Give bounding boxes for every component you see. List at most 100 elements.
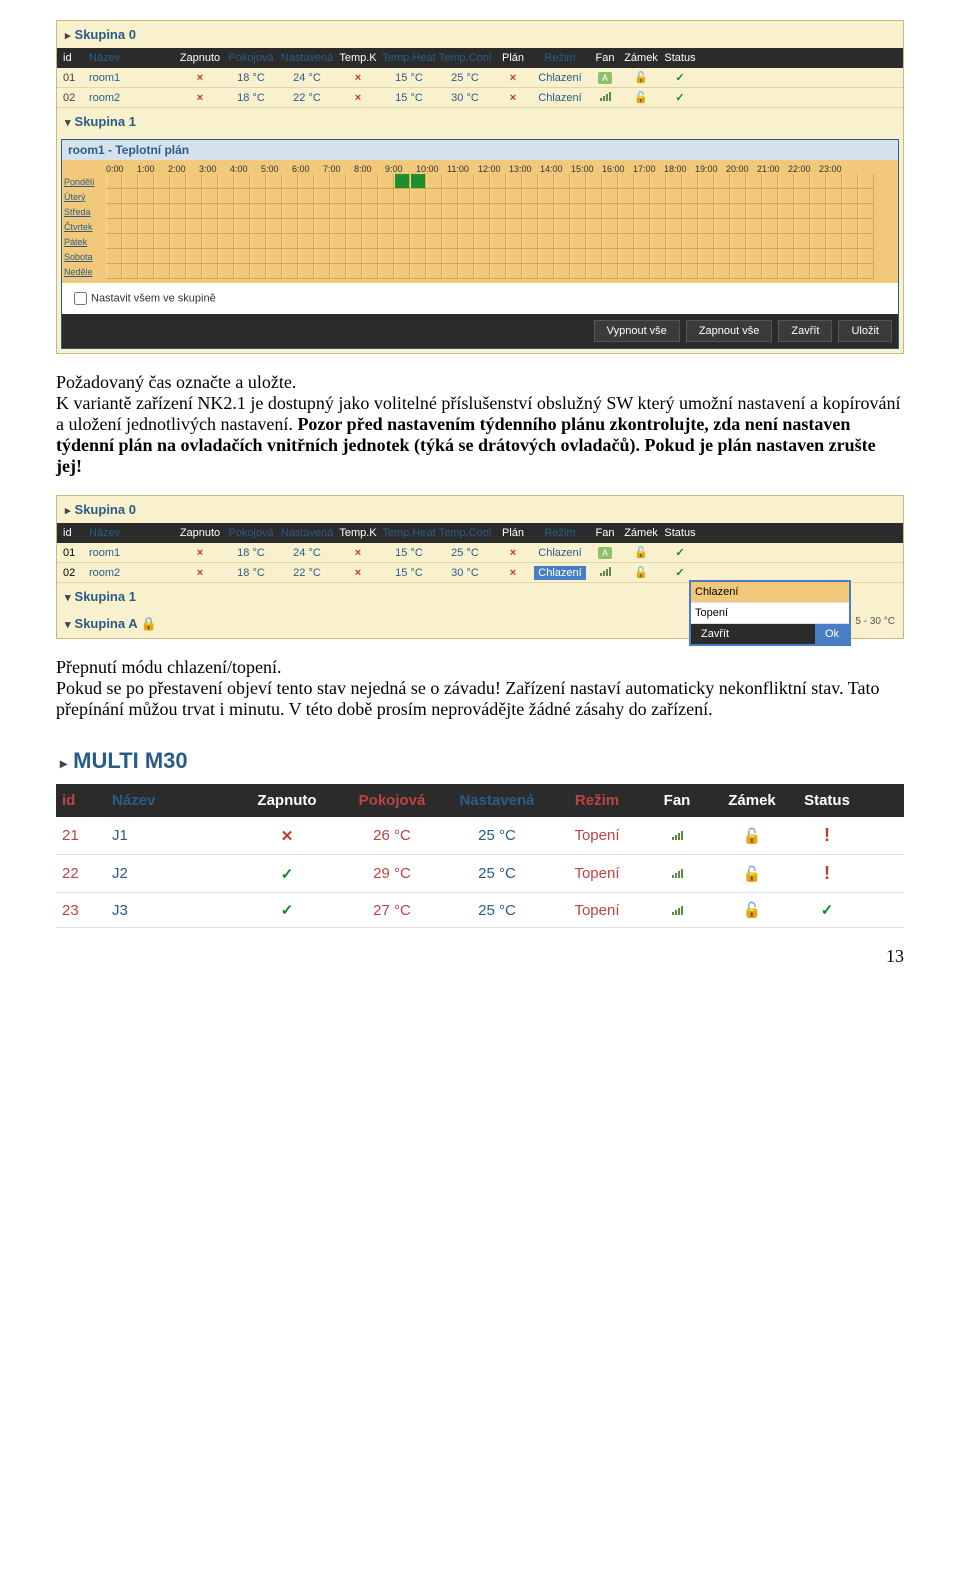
plan-cell[interactable] [538,264,554,279]
plan-cell[interactable] [394,174,410,189]
plan-cell[interactable] [810,219,826,234]
plan-cell[interactable] [330,249,346,264]
cell-mode[interactable]: Chlazení [533,567,587,579]
plan-cell[interactable] [826,219,842,234]
plan-cell[interactable] [394,249,410,264]
table-row[interactable]: 22J2✓29 °C25 °CTopení🔓! [56,855,904,893]
plan-cell[interactable] [394,204,410,219]
plan-cell[interactable] [746,219,762,234]
plan-cell[interactable] [362,249,378,264]
plan-cell[interactable] [730,174,746,189]
plan-cell[interactable] [746,204,762,219]
plan-cell[interactable] [474,264,490,279]
plan-cell[interactable] [570,189,586,204]
plan-cell[interactable] [458,174,474,189]
plan-cell[interactable] [762,264,778,279]
plan-cell[interactable] [618,189,634,204]
plan-cell[interactable] [794,234,810,249]
popup-close-button[interactable]: Zavřít [691,624,739,644]
plan-cell[interactable] [234,204,250,219]
plan-cell[interactable] [106,264,122,279]
plan-cell[interactable] [842,249,858,264]
plan-cell[interactable] [298,174,314,189]
plan-cell[interactable] [618,264,634,279]
plan-cell[interactable] [154,249,170,264]
plan-cell[interactable] [538,234,554,249]
plan-cell[interactable] [570,264,586,279]
group-0-header-b[interactable]: ▸Skupina 0 [57,496,903,523]
plan-cell[interactable] [522,189,538,204]
plan-cell[interactable] [410,234,426,249]
plan-cell[interactable] [314,264,330,279]
plan-cell[interactable] [570,234,586,249]
plan-cell[interactable] [666,204,682,219]
plan-cell[interactable] [698,204,714,219]
plan-cell[interactable] [442,264,458,279]
plan-cell[interactable] [458,189,474,204]
plan-cell[interactable] [234,234,250,249]
plan-cell[interactable] [154,234,170,249]
plan-cell[interactable] [522,249,538,264]
plan-cell[interactable] [154,189,170,204]
plan-cell[interactable] [298,264,314,279]
plan-cell[interactable] [522,174,538,189]
plan-cell[interactable] [698,234,714,249]
plan-cell[interactable] [778,219,794,234]
plan-cell[interactable] [842,189,858,204]
plan-cell[interactable] [522,234,538,249]
plan-cell[interactable] [666,219,682,234]
plan-cell[interactable] [202,189,218,204]
plan-cell[interactable] [826,189,842,204]
group-0-header[interactable]: ▸Skupina 0 [57,21,903,48]
plan-cell[interactable] [250,174,266,189]
cell-mode[interactable]: Chlazení [533,92,587,104]
plan-cell[interactable] [218,189,234,204]
plan-cell[interactable] [778,264,794,279]
plan-cell[interactable] [154,204,170,219]
plan-cell[interactable] [154,264,170,279]
plan-cell[interactable] [442,189,458,204]
plan-cell[interactable] [474,189,490,204]
plan-cell[interactable] [730,234,746,249]
plan-cell[interactable] [490,249,506,264]
plan-cell[interactable] [810,204,826,219]
plan-cell[interactable] [378,174,394,189]
plan-cell[interactable] [746,234,762,249]
plan-cell[interactable] [810,174,826,189]
plan-cell[interactable] [170,264,186,279]
plan-cell[interactable] [234,264,250,279]
plan-cell[interactable] [218,204,234,219]
plan-cell[interactable] [250,264,266,279]
plan-cell[interactable] [826,234,842,249]
apply-all-checkbox[interactable] [74,292,87,305]
plan-cell[interactable] [538,219,554,234]
plan-cell[interactable] [602,219,618,234]
plan-button[interactable]: Zapnout vše [686,320,773,342]
plan-cell[interactable] [122,204,138,219]
plan-cell[interactable] [426,189,442,204]
plan-cell[interactable] [138,189,154,204]
plan-cell[interactable] [794,174,810,189]
plan-cell[interactable] [122,219,138,234]
plan-cell[interactable] [682,249,698,264]
plan-cell[interactable] [634,174,650,189]
plan-cell[interactable] [314,249,330,264]
plan-cell[interactable] [298,234,314,249]
table-row[interactable]: 23J3✓27 °C25 °CTopení🔓✓ [56,893,904,928]
plan-cell[interactable] [266,249,282,264]
plan-cell[interactable] [778,204,794,219]
plan-cell[interactable] [426,264,442,279]
plan-cell[interactable] [730,249,746,264]
plan-cell[interactable] [234,219,250,234]
plan-cell[interactable] [682,189,698,204]
plan-cell[interactable] [682,204,698,219]
plan-cell[interactable] [618,234,634,249]
plan-cell[interactable] [714,204,730,219]
plan-cell[interactable] [442,234,458,249]
plan-cell[interactable] [538,174,554,189]
plan-cell[interactable] [794,189,810,204]
plan-cell[interactable] [490,264,506,279]
plan-cell[interactable] [234,174,250,189]
plan-cell[interactable] [186,189,202,204]
plan-cell[interactable] [714,219,730,234]
